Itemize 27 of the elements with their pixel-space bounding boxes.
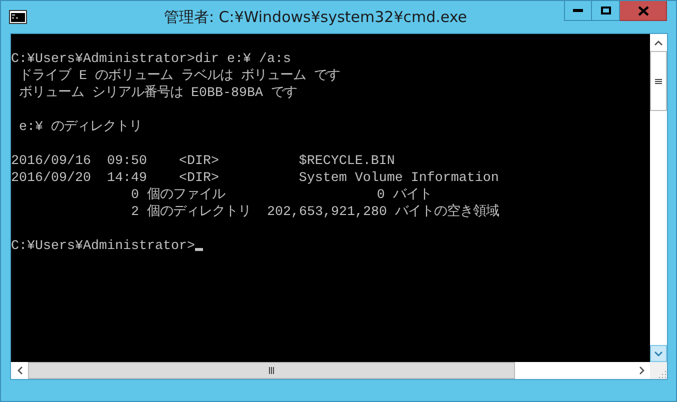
console-line: e:¥ のディレクトリ <box>18 120 142 135</box>
vertical-scroll-thumb[interactable] <box>650 51 667 111</box>
console-line: C:¥Users¥Administrator> <box>11 239 195 254</box>
horizontal-scroll-thumb[interactable] <box>28 362 515 379</box>
console-line: 0 個のファイル 0 バイト <box>130 188 432 203</box>
console-line: ドライブ E のボリューム ラベルは ボリューム です <box>18 69 340 84</box>
maximize-icon <box>600 6 610 15</box>
minimize-icon <box>573 9 583 12</box>
close-button[interactable] <box>620 1 667 21</box>
console-line: ボリューム シリアル番号は E0BB-89BA です <box>18 86 297 101</box>
console-line: C:¥Users¥Administrator>dir e:¥ /a:s <box>11 52 291 67</box>
resize-grip-icon[interactable] <box>657 369 667 379</box>
caret-down-icon <box>654 350 663 356</box>
caret-up-icon <box>654 40 663 46</box>
caret-right-icon <box>638 366 644 375</box>
console-line: 2016/09/16 09:50 <DIR> $RECYCLE.BIN <box>11 154 395 169</box>
scroll-down-button[interactable] <box>650 345 667 362</box>
minimize-button[interactable] <box>564 1 592 21</box>
grip-icon <box>268 367 275 374</box>
grip-icon <box>655 78 662 84</box>
console-line: 2 個のディレクトリ 202,653,921,280 バイトの空き領域 <box>130 205 499 220</box>
caret-left-icon <box>16 366 22 375</box>
maximize-button[interactable] <box>592 1 620 21</box>
window-title: 管理者: C:¥Windows¥system32¥cmd.exe <box>162 8 468 26</box>
console-icon <box>9 10 27 24</box>
console-line: 2016/09/20 14:49 <DIR> System Volume Information <box>11 171 499 186</box>
close-icon <box>638 6 648 16</box>
